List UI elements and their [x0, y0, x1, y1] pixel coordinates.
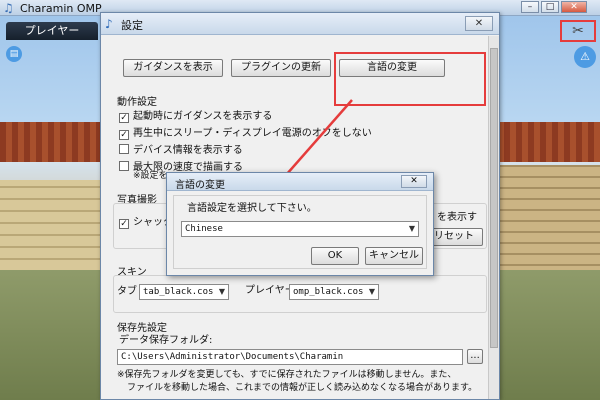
save-note-line1: ※保存先フォルダを変更しても、すでに保存されたファイルは移動しません。また、 — [117, 370, 457, 380]
close-button[interactable]: ✕ — [561, 1, 587, 13]
checkbox-device[interactable] — [119, 144, 129, 154]
language-title: 言語の変更 — [175, 180, 225, 191]
language-close-button[interactable]: ✕ — [401, 175, 427, 188]
app-icon: ♫ — [3, 1, 14, 15]
behavior-note: ※設定を — [133, 171, 168, 181]
behavior-heading: 動作設定 — [117, 97, 157, 108]
save-heading: 保存先設定 — [117, 323, 167, 334]
checkbox-row-device[interactable]: デバイス情報を表示する — [119, 141, 243, 156]
app-title: Charamin OMP — [20, 2, 102, 15]
skin-tab-label: タブ — [117, 286, 137, 297]
settings-titlebar: ♪ 設定 ✕ — [101, 13, 499, 35]
checkbox-speed[interactable] — [119, 161, 129, 171]
skin-player-value: omp_black.cos — [293, 287, 364, 297]
settings-icon: ♪ — [105, 17, 113, 31]
guidance-button[interactable]: ガイダンスを表示 — [123, 59, 223, 77]
checkbox-row-shutter[interactable]: ✓ シャッタ — [119, 213, 173, 229]
tools-icon[interactable]: ✂ — [560, 20, 596, 42]
language-ok-button[interactable]: OK — [311, 247, 359, 265]
maximize-button[interactable]: □ — [541, 1, 559, 13]
settings-title: 設定 — [121, 19, 143, 32]
chevron-down-icon: ▼ — [368, 287, 375, 296]
skin-player-select[interactable]: omp_black.cos ▼ — [289, 284, 379, 300]
tab-player[interactable]: プレイヤー — [6, 22, 98, 40]
checkbox-row-sleep[interactable]: ✓ 再生中にスリープ・ディスプレイ電源のオフをしない — [119, 124, 372, 140]
skin-player-label: プレイヤー — [245, 285, 295, 296]
highlight-box — [334, 52, 486, 106]
chevron-down-icon: ▼ — [408, 224, 415, 233]
language-select[interactable]: Chinese ▼ — [181, 221, 419, 237]
checkbox-label: 起動時にガイダンスを表示する — [133, 111, 273, 122]
language-cancel-button[interactable]: キャンセル — [365, 247, 423, 265]
language-prompt: 言語設定を選択して下さい。 — [187, 203, 317, 214]
checkbox-row-guidance[interactable]: ✓ 起動時にガイダンスを表示する — [119, 107, 272, 123]
skin-tab-value: tab_black.cos — [143, 287, 214, 297]
save-folder-label: データ保存フォルダ: — [119, 335, 213, 346]
checkbox-sleep[interactable]: ✓ — [119, 130, 129, 140]
language-titlebar: 言語の変更 ✕ — [167, 173, 433, 191]
minimize-button[interactable]: – — [521, 1, 539, 13]
settings-scrollbar[interactable] — [488, 36, 499, 399]
save-path-input[interactable]: C:\Users\Administrator\Documents\Charami… — [117, 349, 463, 365]
checkbox-shutter[interactable]: ✓ — [119, 219, 129, 229]
plugin-update-button[interactable]: プラグインの更新 — [231, 59, 331, 77]
checkbox-label: デバイス情報を表示する — [133, 145, 243, 156]
document-icon[interactable]: ▤ — [6, 46, 22, 62]
language-selected-value: Chinese — [185, 224, 223, 234]
photo-show-text: を表示す — [437, 212, 477, 223]
checkbox-label: 再生中にスリープ・ディスプレイ電源のオフをしない — [133, 128, 372, 139]
skin-tab-select[interactable]: tab_black.cos ▼ — [139, 284, 229, 300]
scrollbar-thumb[interactable] — [490, 48, 498, 348]
warning-icon[interactable]: ⚠ — [574, 46, 596, 68]
language-dialog: 言語の変更 ✕ 言語設定を選択して下さい。 Chinese ▼ OK キャンセル — [166, 172, 434, 276]
browse-button[interactable]: ... — [467, 349, 483, 364]
save-note-line2: ファイルを移動した場合、これまでの情報が正しく読み込めなくなる場合があります。 — [127, 383, 478, 393]
chevron-down-icon: ▼ — [218, 287, 225, 296]
settings-close-button[interactable]: ✕ — [465, 16, 493, 31]
checkbox-guidance[interactable]: ✓ — [119, 113, 129, 123]
